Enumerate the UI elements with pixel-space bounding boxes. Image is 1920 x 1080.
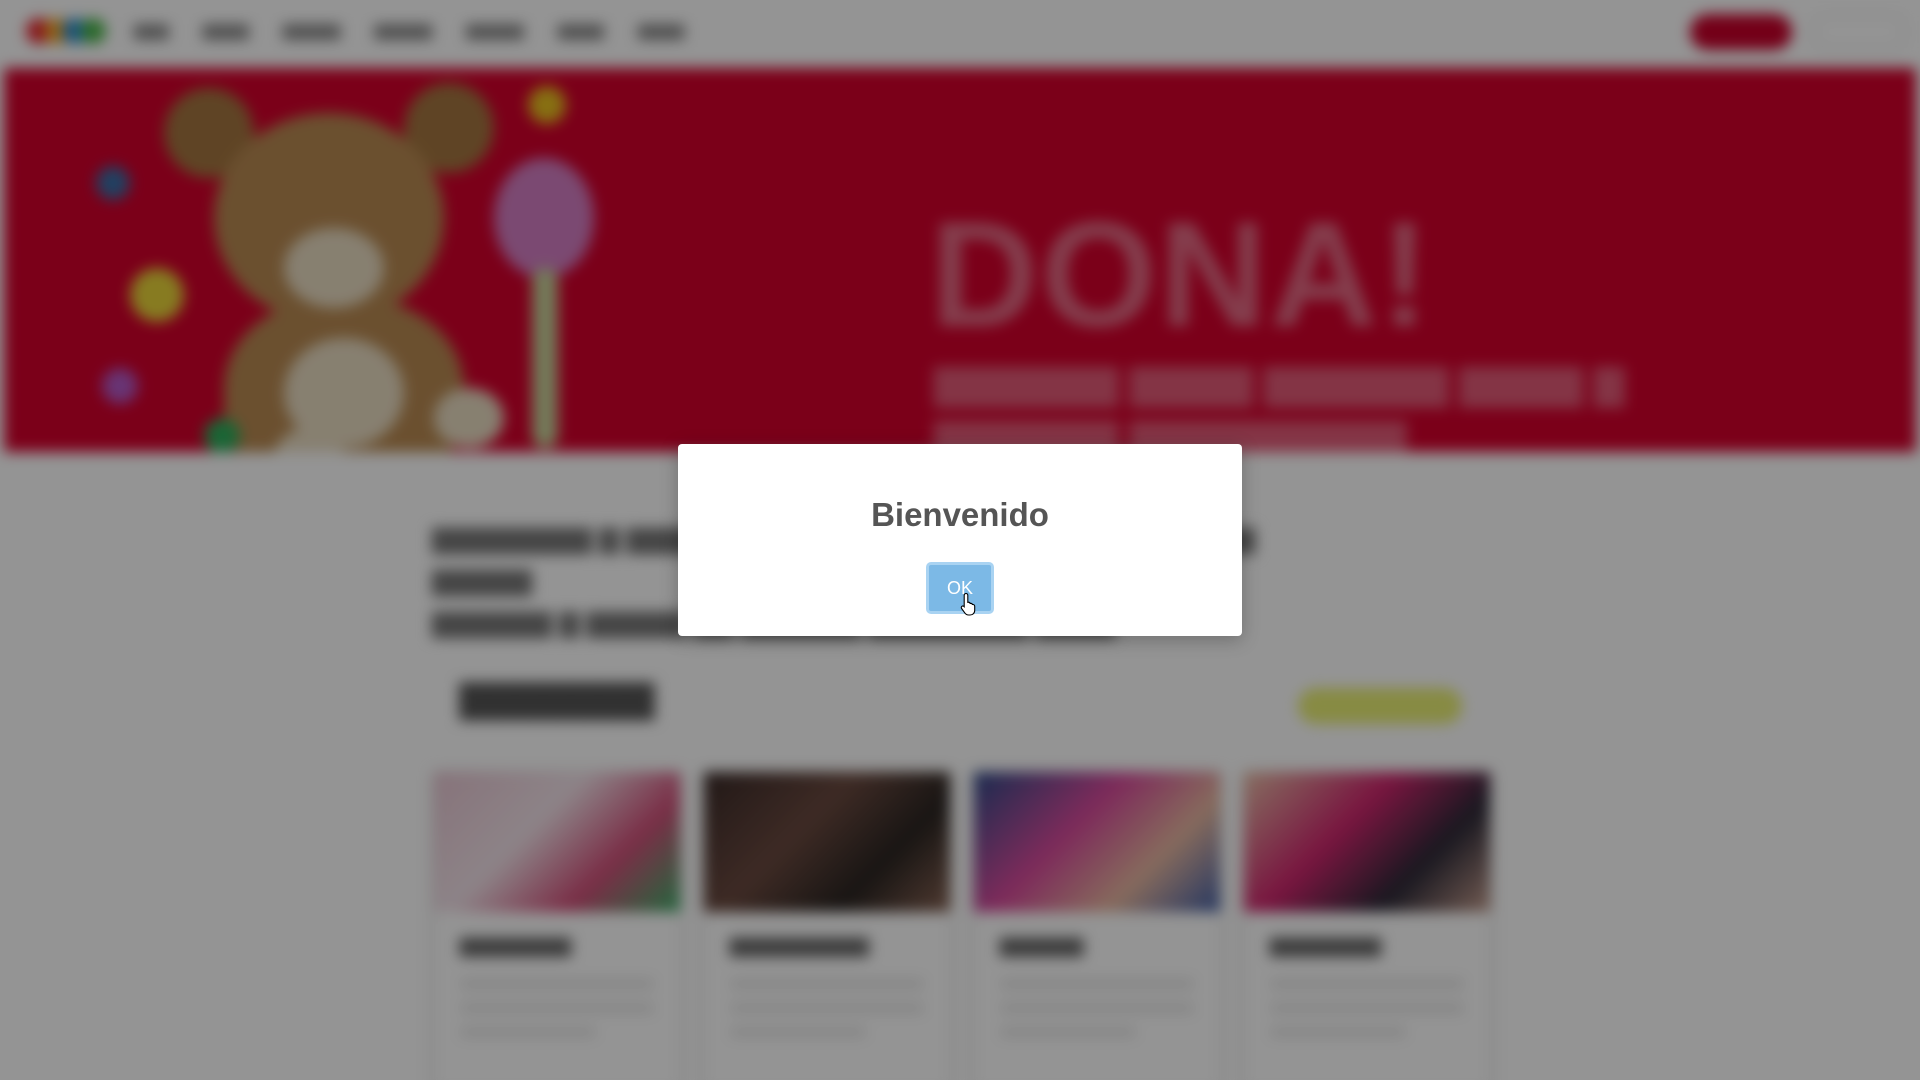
hand-pointer-icon [960,592,976,616]
dialog-title: Bienvenido [871,496,1049,533]
